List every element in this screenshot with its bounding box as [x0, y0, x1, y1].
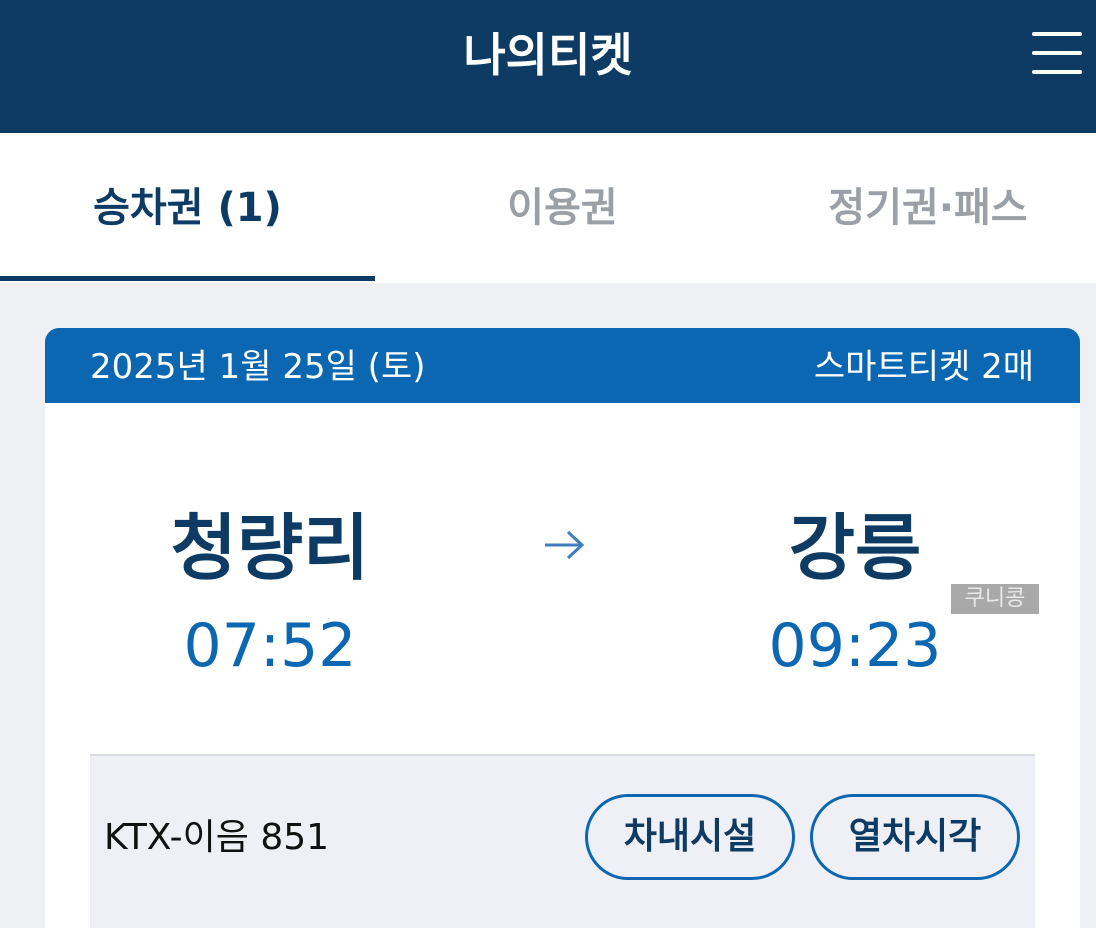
hamburger-menu-icon[interactable]: [1032, 28, 1082, 78]
app-header: 나의티켓: [0, 0, 1096, 133]
arrival-station: 강릉: [788, 506, 922, 590]
tab-season-pass[interactable]: 정기권·패스: [740, 133, 1096, 283]
ticket-tabs: 승차권 (1) 이용권 정기권·패스: [0, 133, 1096, 283]
watermark: 쿠니콩: [951, 584, 1039, 614]
ticket-type-count: 스마트티켓 2매: [813, 347, 1034, 387]
ticket-card[interactable]: 2025년 1월 25일 (토) 스마트티켓 2매 청량리 07:52 강릉 0…: [45, 328, 1080, 928]
timetable-button[interactable]: 열차시각: [810, 794, 1020, 880]
travel-date: 2025년 1월 25일 (토): [90, 347, 426, 387]
train-info-box: KTX-이음 851 차내시설 열차시각: [90, 754, 1035, 928]
arrival-time: 09:23: [768, 611, 942, 681]
departure-station: 청량리: [170, 506, 370, 590]
page-title: 나의티켓: [463, 28, 633, 82]
active-tab-indicator: [0, 276, 375, 281]
ticket-card-header: 2025년 1월 25일 (토) 스마트티켓 2매: [45, 328, 1080, 403]
departure-time: 07:52: [183, 611, 357, 681]
arrow-right-icon: [545, 530, 585, 560]
facilities-button[interactable]: 차내시설: [585, 794, 795, 880]
tab-usage-pass[interactable]: 이용권: [375, 133, 750, 283]
train-name: KTX-이음 851: [104, 817, 330, 858]
tab-boarding-pass[interactable]: 승차권 (1): [0, 133, 375, 283]
